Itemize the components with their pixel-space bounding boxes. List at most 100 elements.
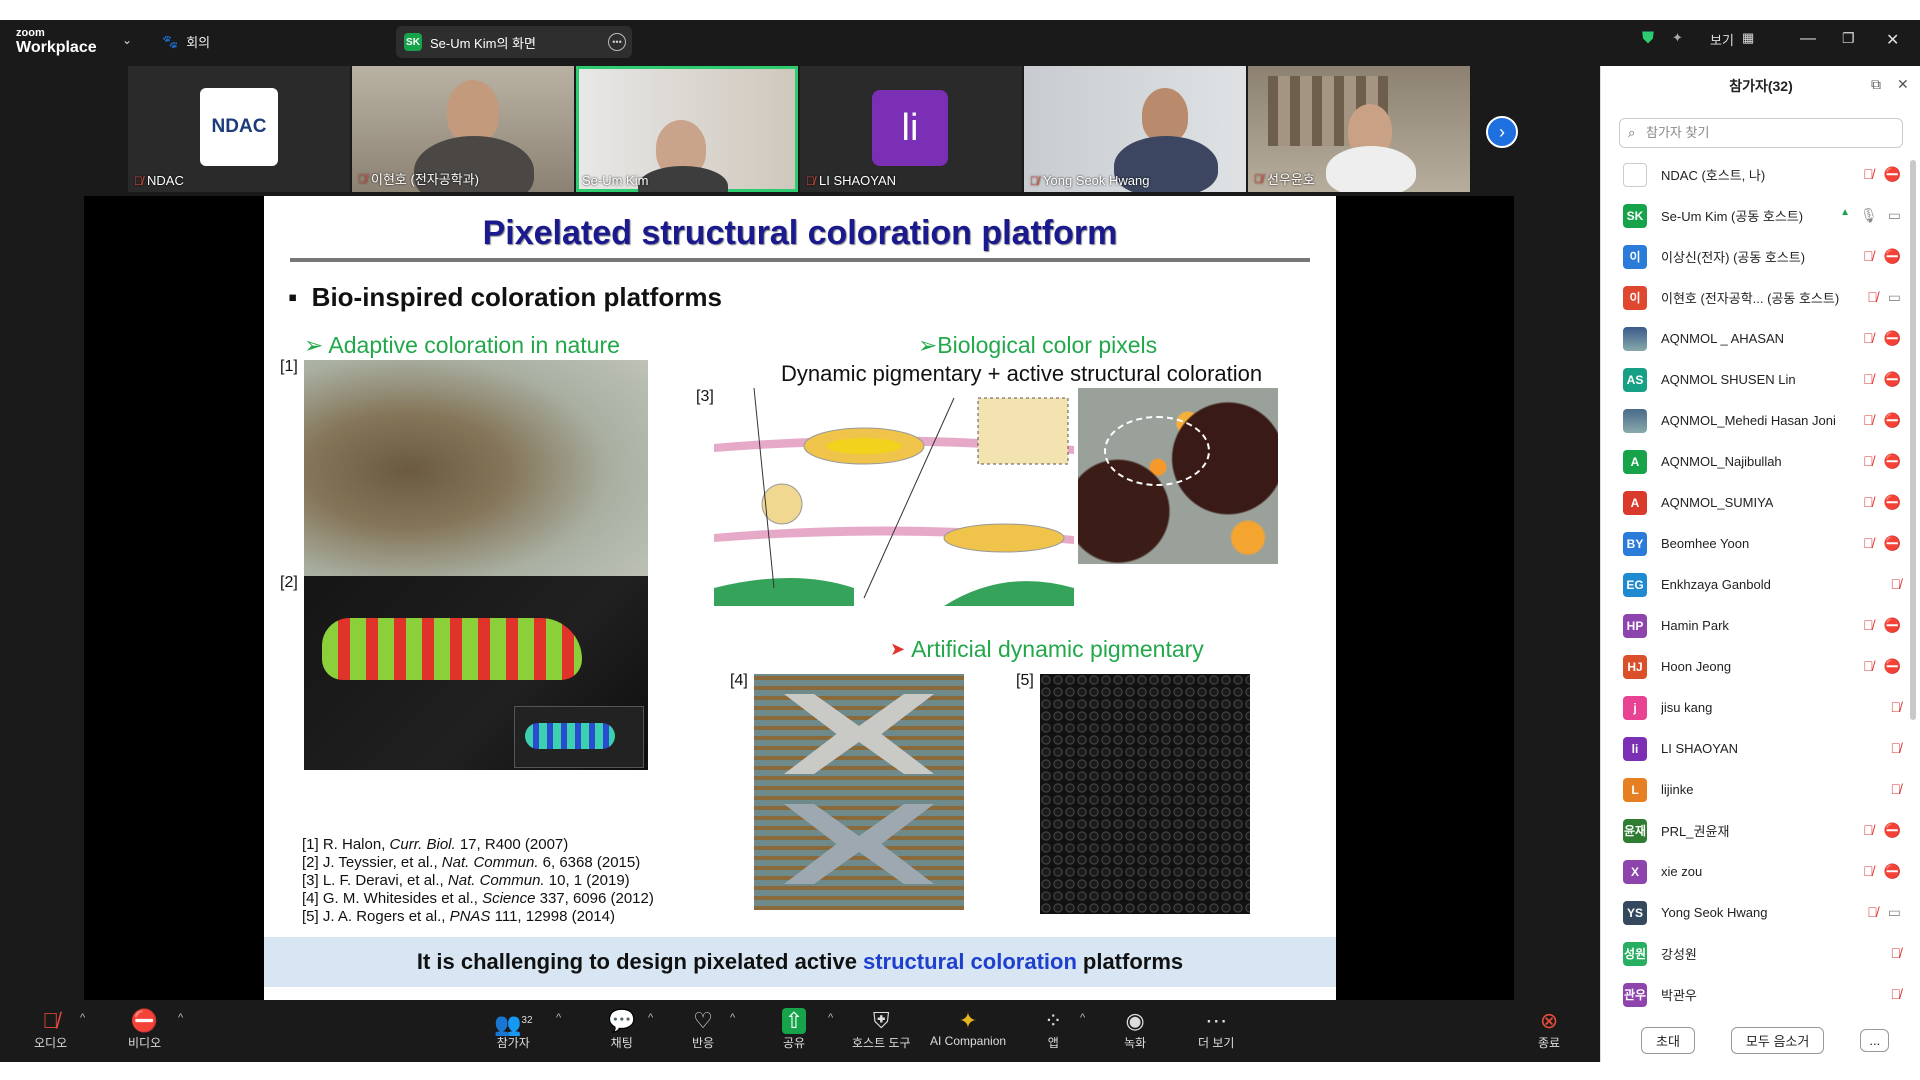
close-icon[interactable]: ✕ <box>1886 30 1899 50</box>
participant-row[interactable]: 성원 강성원 🎙̸ <box>1601 933 1920 974</box>
shield-icon[interactable]: ⛊ <box>1642 30 1654 48</box>
participant-row[interactable]: HJ Hoon Jeong 🎙̸ ⛔ <box>1601 646 1920 687</box>
participant-search-input[interactable]: ⌕ 참가자 찾기 <box>1619 118 1903 148</box>
participant-row[interactable]: j jisu kang 🎙̸ <box>1601 687 1920 728</box>
participant-row[interactable]: 관우 박관우 🎙̸ <box>1601 974 1920 1015</box>
tile-name-text: NDAC <box>147 173 184 188</box>
participant-row[interactable]: AQNMOL _ AHASAN 🎙̸ ⛔ <box>1601 318 1920 359</box>
participant-row[interactable]: 이 이현호 (전자공학... (공동 호스트) 🎙̸ ▭ <box>1601 277 1920 318</box>
apps-caret[interactable]: ^ <box>1080 1012 1085 1024</box>
audio-button[interactable]: 🎙̸ 오디오 <box>34 1008 67 1051</box>
avatar: HP <box>1623 613 1647 638</box>
avatar: SK <box>1623 203 1647 228</box>
citation-journal: Nat. Commun. <box>447 872 545 889</box>
mic-off-icon: 🎙̸ <box>1863 822 1874 838</box>
chat-icon: 💬 <box>608 1008 636 1033</box>
mute-all-button[interactable]: 모두 음소거 <box>1730 1026 1825 1054</box>
react-caret[interactable]: ^ <box>730 1012 735 1024</box>
panel-more-button[interactable]: ... <box>1860 1028 1890 1052</box>
participant-row[interactable]: BY Beomhee Yoon 🎙̸ ⛔ <box>1601 523 1920 564</box>
participant-row[interactable]: EG Enkhzaya Ganbold 🎙̸ <box>1601 564 1920 605</box>
participant-name: AQNMOL_Mehedi Hasan Joni <box>1661 413 1836 428</box>
participant-status-icons: 🎙̸ <box>1891 699 1902 715</box>
participant-row[interactable]: HP Hamin Park 🎙̸ ⛔ <box>1601 605 1920 646</box>
participant-row[interactable]: A AQNMOL_Najibullah 🎙̸ ⛔ <box>1601 441 1920 482</box>
video-options-caret[interactable]: ^ <box>178 1012 183 1024</box>
screen-share-indicator[interactable]: SK Se-Um Kim의 화면 ••• <box>396 26 632 58</box>
participant-row[interactable]: Xxie zou 🎙̸ ⛔ <box>1601 851 1920 892</box>
ai-companion-button[interactable]: ✦ AI Companion <box>930 1008 1006 1048</box>
biological-pixels-photo <box>1078 388 1278 564</box>
participant-row[interactable]: li LI SHAOYAN 🎙̸ <box>1601 728 1920 769</box>
more-dots-icon[interactable]: ••• <box>608 33 626 51</box>
participant-row[interactable]: AQNMOL_Mehedi Hasan Joni 🎙̸ ⛔ <box>1601 400 1920 441</box>
avatar <box>1623 408 1647 433</box>
invite-button[interactable]: 초대 <box>1641 1026 1695 1054</box>
view-button[interactable]: 보기 <box>1710 30 1734 49</box>
citation-volume: 17, R400 (2007) <box>455 836 569 853</box>
record-button[interactable]: ◉ 녹화 <box>1124 1008 1146 1051</box>
participant-status-icons: 🎙̸ <box>1891 986 1902 1002</box>
citation-line: [5] J. A. Rogers et al., PNAS 111, 12998… <box>302 908 654 926</box>
participant-name: xie zou <box>1661 864 1703 879</box>
audio-options-caret[interactable]: ^ <box>80 1012 85 1024</box>
pixel-array-photo <box>1040 674 1250 914</box>
video-tile-ndac[interactable]: NDAC 🎙̸ NDAC <box>128 66 350 192</box>
participant-row[interactable]: 이 이상신(전자) (공동 호스트) 🎙̸ ⛔ <box>1601 236 1920 277</box>
record-label: 녹화 <box>1124 1036 1147 1050</box>
video-tile-li-shaoyan[interactable]: li 🎙̸ LI SHAOYAN <box>800 66 1022 192</box>
participant-name: lijinke <box>1661 782 1694 797</box>
share-caret[interactable]: ^ <box>828 1012 833 1024</box>
seaweed-octopus-photo <box>304 360 648 606</box>
video-button[interactable]: ⛔ 비디오 <box>128 1008 161 1051</box>
host-tools-button[interactable]: ⛨ 호스트 도구 <box>852 1008 911 1051</box>
participant-name: 강성원 <box>1661 947 1697 962</box>
citation-journal: Curr. Biol. <box>389 836 456 853</box>
avatar: 윤재 <box>1623 818 1647 843</box>
video-tile-yong-seok-hwang[interactable]: 🎙̸ Yong Seok Hwang <box>1024 66 1246 192</box>
participant-row[interactable]: YS Yong Seok Hwang 🎙̸ ▭ <box>1601 892 1920 933</box>
mic-off-icon: 🎙̸ <box>1890 740 1902 756</box>
mic-off-icon: 🎙̸ <box>1890 576 1902 592</box>
citation-line: [2] J. Teyssier, et al., Nat. Commun. 6,… <box>302 854 654 872</box>
minimize-icon[interactable]: — <box>1800 30 1816 48</box>
participant-row[interactable]: NDAC (호스트, 나) 🎙̸ ⛔ <box>1601 154 1920 195</box>
participant-row[interactable]: Llijinke 🎙̸ <box>1601 769 1920 810</box>
avatar: L <box>1623 777 1647 802</box>
video-tile-lee[interactable]: 🎙̸ 이현호 (전자공학과) <box>352 66 574 192</box>
meeting-info-button[interactable]: 🐾 회의 <box>162 32 210 51</box>
sparkle-icon[interactable]: ✦ <box>1672 30 1683 46</box>
react-button[interactable]: ♡ 반응 <box>692 1008 714 1051</box>
citation-authors: [2] J. Teyssier, et al., <box>302 854 442 871</box>
video-tile-sunwoo[interactable]: 🎙̸ 선우윤호 <box>1248 66 1470 192</box>
ref-label-2: [2] <box>280 574 298 591</box>
citations: [1] R. Halon, Curr. Biol. 17, R400 (2007… <box>302 836 654 926</box>
participant-row[interactable]: AS AQNMOL SHUSEN Lin 🎙̸ ⛔ <box>1601 359 1920 400</box>
apps-button[interactable]: ⁘ 앱 <box>1044 1008 1062 1051</box>
restore-icon[interactable]: ❐ <box>1842 30 1855 47</box>
scrollbar[interactable] <box>1910 160 1916 720</box>
end-button[interactable]: ⊗ 종료 <box>1538 1008 1560 1051</box>
chat-caret[interactable]: ^ <box>648 1012 653 1024</box>
participant-row[interactable]: 윤재 PRL_권윤재 🎙̸ ⛔ <box>1601 810 1920 851</box>
participants-caret[interactable]: ^ <box>556 1012 561 1024</box>
chevron-down-icon[interactable]: ⌄ <box>122 33 132 47</box>
video-off-icon: ⛔ <box>1883 330 1901 346</box>
popout-icon[interactable]: ⧉ <box>1871 76 1881 93</box>
share-button[interactable]: ⇧ 공유 <box>782 1008 806 1051</box>
participant-name: 이상신(전자) (공동 호스트) <box>1661 250 1806 265</box>
video-off-icon: ⛔ <box>130 1008 159 1033</box>
grid-icon: ▦ <box>1742 30 1755 45</box>
video-tile-se-um-kim[interactable]: Se-Um Kim <box>576 66 798 192</box>
participant-row[interactable]: SK Se-Um Kim (공동 호스트) ▲ 🎙 ▭ <box>1601 195 1920 236</box>
video-strip: NDAC 🎙̸ NDAC 🎙̸ 이현호 (전자공학과) Se-Um Kim li 🎙… <box>128 66 1470 192</box>
chat-button[interactable]: 💬 채팅 <box>608 1008 635 1051</box>
chameleon-photo <box>304 576 648 770</box>
participant-row[interactable]: A AQNMOL_SUMIYA 🎙̸ ⛔ <box>1601 482 1920 523</box>
mic-off-icon: 🎙̸ <box>1890 945 1902 961</box>
close-icon[interactable]: ✕ <box>1897 76 1909 93</box>
participant-status-icons: 🎙̸ ⛔ <box>1863 330 1901 347</box>
participants-button[interactable]: 👥32 참가자 <box>494 1008 533 1051</box>
next-page-button[interactable]: › <box>1486 116 1518 148</box>
more-button[interactable]: ⋯ 더 보기 <box>1198 1008 1234 1051</box>
